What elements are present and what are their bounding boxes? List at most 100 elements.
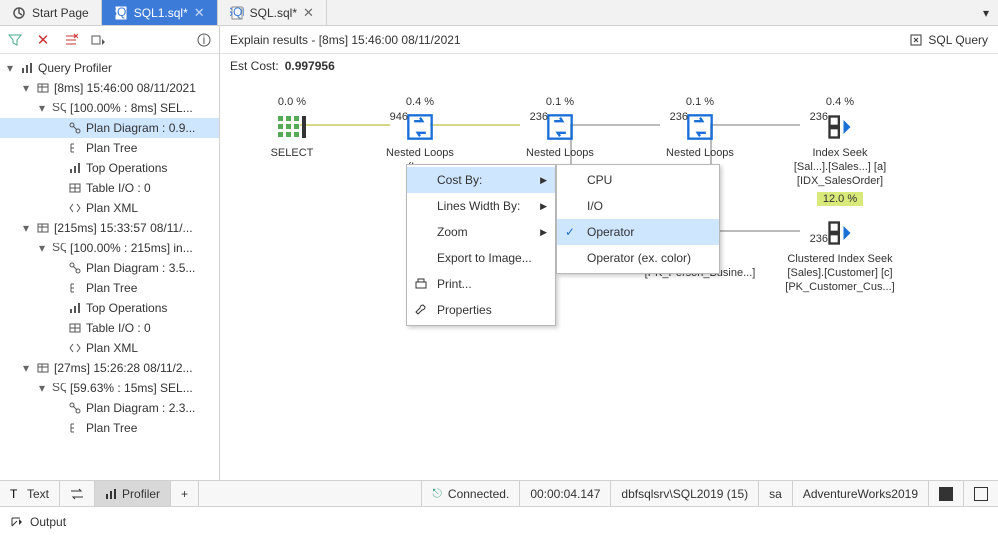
plan-node-clustered-seek-3[interactable]: 236 Clustered Index Seek [Sales].[Custom… [782,218,898,294]
tree-twisty-icon[interactable] [52,282,64,294]
tree-twisty-icon[interactable] [52,302,64,314]
tree-twisty-icon[interactable] [52,322,64,334]
table-icon [68,321,82,335]
status-elapsed: 00:00:04.147 [520,481,611,506]
tree-row[interactable]: Top Operations [0,158,219,178]
tab-list-dropdown[interactable]: ▾ [974,0,998,25]
tree-twisty-icon[interactable]: ▾ [20,222,32,234]
result-icon [36,81,50,95]
plan-node-nested-loops-2[interactable]: 0.1 % 236 Nested Loops [502,96,618,160]
submenu-item-operator[interactable]: ✓Operator [557,219,719,245]
tree-row[interactable]: Plan Tree [0,278,219,298]
tree-row[interactable]: Plan Tree [0,418,219,438]
plan-node-nested-loops-3[interactable]: 0.1 % 236 Nested Loops [642,96,758,160]
status-server: dbfsqlsrv\SQL2019 (15) [611,481,759,506]
tree-row[interactable]: ▾SQL[100.00% : 8ms] SEL... [0,98,219,118]
index-seek-icon [825,112,855,142]
close-icon[interactable]: ✕ [303,5,314,21]
svg-text:T: T [10,488,18,500]
tree-row[interactable]: ▾ [215ms] 15:33:57 08/11/... [0,218,219,238]
submenu-item-cpu[interactable]: CPU [557,167,719,193]
tree-label: [100.00% : 215ms] in... [70,241,193,255]
tree-twisty-icon[interactable] [52,342,64,354]
tree-label: [215ms] 15:33:57 08/11/... [54,221,193,235]
est-cost-label: Est Cost: [230,59,279,73]
bars-icon [68,301,82,315]
tree-row[interactable]: Table I/O : 0 [0,178,219,198]
bottom-tab-swap[interactable] [60,481,95,506]
tab-sql1[interactable]: SQL SQL1.sql* ✕ [102,0,218,25]
tree-row[interactable]: Table I/O : 0 [0,318,219,338]
tree-row[interactable]: ▾ [27ms] 15:26:28 08/11/2... [0,358,219,378]
clear-list-icon[interactable] [62,31,80,49]
plan-diagram[interactable]: 0.0 % SELECT 0.4 % 946 Nested Loops (Inn… [220,78,998,480]
tree-row[interactable]: Plan Diagram : 2.3... [0,398,219,418]
svg-text:SQL: SQL [230,6,244,19]
profiler-tree[interactable]: ▾Query Profiler▾[8ms] 15:46:00 08/11/202… [0,54,219,480]
tree-twisty-icon[interactable] [52,262,64,274]
tree-twisty-icon[interactable] [52,422,64,434]
tree-twisty-icon[interactable] [52,122,64,134]
layout-toggle-1[interactable] [929,481,964,506]
tree-twisty-icon[interactable]: ▾ [36,102,48,114]
tree-twisty-icon[interactable] [52,142,64,154]
settings-dropdown-icon[interactable] [90,31,108,49]
filter-icon[interactable] [6,31,24,49]
tree-twisty-icon[interactable] [52,402,64,414]
tree-row[interactable]: Plan XML [0,338,219,358]
plus-icon: + [181,487,188,501]
plan-node-select[interactable]: 0.0 % SELECT [234,96,350,160]
tree-twisty-icon[interactable]: ▾ [4,62,16,74]
tree-row[interactable]: Plan XML [0,198,219,218]
profiler-icon [105,488,117,500]
tree-row[interactable]: Plan Diagram : 3.5... [0,258,219,278]
bottom-tab-profiler[interactable]: Profiler [95,481,171,506]
tree-row[interactable]: Plan Tree [0,138,219,158]
tree-row[interactable]: Top Operations [0,298,219,318]
tree-twisty-icon[interactable] [52,162,64,174]
plan-node-index-seek[interactable]: 0.4 % 236 Index Seek [Sal...].[Sales...]… [782,96,898,206]
tree-row[interactable]: Plan Diagram : 0.9... [0,118,219,138]
tree-twisty-icon[interactable] [52,202,64,214]
submenu-arrow-icon: ▶ [540,175,547,186]
tree-label: Plan Diagram : 0.9... [86,121,195,135]
text-icon: T [10,488,22,500]
info-icon[interactable]: i [195,31,213,49]
close-icon[interactable]: ✕ [194,5,205,21]
layout-toggle-2[interactable] [964,481,998,506]
tree-twisty-icon[interactable]: ▾ [20,82,32,94]
tree-label: Plan Diagram : 2.3... [86,401,195,415]
plan-node-nested-loops-1[interactable]: 0.4 % 946 Nested Loops (Inne [362,96,478,174]
bottom-tab-add[interactable]: + [171,481,199,506]
menu-item-properties[interactable]: Properties [407,297,555,323]
menu-item-cost-by[interactable]: Cost By:▶ [407,167,555,193]
tree-label: Plan Tree [86,421,137,435]
menu-item-print[interactable]: Print... [407,271,555,297]
sql-query-button[interactable]: SQL Query [909,33,988,47]
tree-row[interactable]: ▾Query Profiler [0,58,219,78]
diagram-icon [68,401,82,415]
tree-label: [27ms] 15:26:28 08/11/2... [54,361,193,375]
tab-label: SQL.sql* [250,6,297,20]
bottom-tab-text[interactable]: T Text [0,481,60,506]
delete-icon[interactable]: ✕ [34,31,52,49]
tree-label: Table I/O : 0 [86,321,151,335]
tab-start-page[interactable]: Start Page [0,0,102,25]
tree-twisty-icon[interactable]: ▾ [20,362,32,374]
menu-item-zoom[interactable]: Zoom▶ [407,219,555,245]
tree-label: [8ms] 15:46:00 08/11/2021 [54,81,196,95]
menu-item-lines-width-by[interactable]: Lines Width By:▶ [407,193,555,219]
submenu-item-operator-ex-color[interactable]: Operator (ex. color) [557,245,719,271]
tree-row[interactable]: ▾SQL[59.63% : 15ms] SEL... [0,378,219,398]
svg-text:SQL: SQL [52,103,66,113]
tree-twisty-icon[interactable]: ▾ [36,242,48,254]
tree-row[interactable]: ▾SQL[100.00% : 215ms] in... [0,238,219,258]
tree-row[interactable]: ▾ [8ms] 15:46:00 08/11/2021 [0,78,219,98]
tab-sql2[interactable]: SQL SQL.sql* ✕ [218,0,327,25]
tree-twisty-icon[interactable] [52,182,64,194]
tree-twisty-icon[interactable]: ▾ [36,382,48,394]
output-bar[interactable]: Output [0,506,998,536]
menu-item-export-image[interactable]: Export to Image... [407,245,555,271]
submenu-item-io[interactable]: I/O [557,193,719,219]
xml-icon [68,201,82,215]
